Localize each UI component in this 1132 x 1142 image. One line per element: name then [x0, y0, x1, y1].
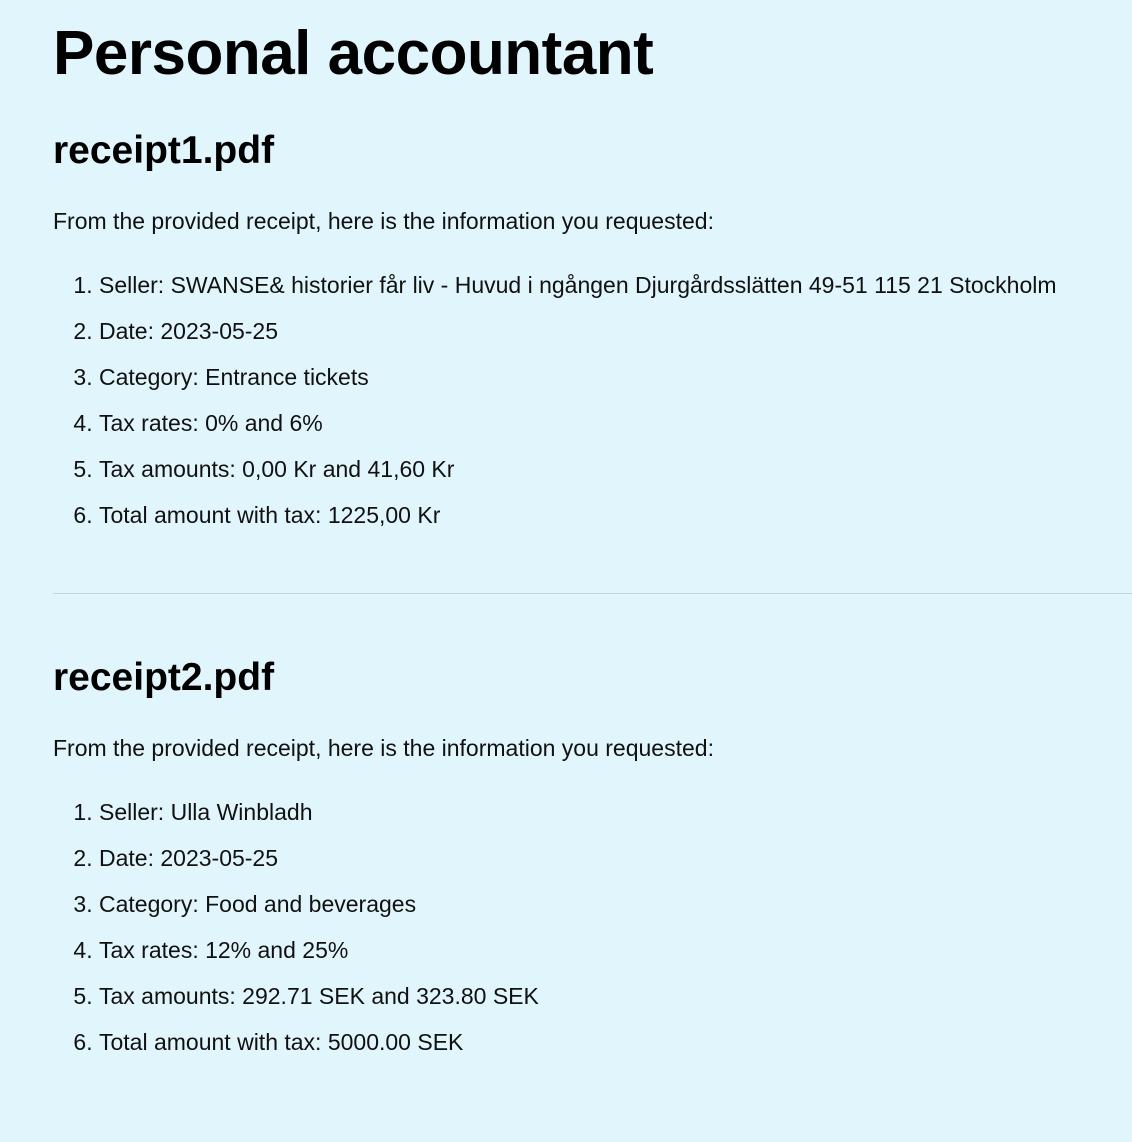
receipt-details-list: Seller: Ulla Winbladh Date: 2023-05-25 C… — [53, 797, 1132, 1073]
detail-tax-amounts: Tax amounts: 292.71 SEK and 323.80 SEK — [99, 981, 1132, 1027]
detail-tax-rates: Tax rates: 12% and 25% — [99, 935, 1132, 981]
app-page: Personal accountant receipt1.pdf From th… — [0, 0, 1132, 1073]
receipt-section-1: receipt1.pdf From the provided receipt, … — [53, 124, 1132, 546]
detail-seller: Seller: SWANSE& historier får liv - Huvu… — [99, 270, 1132, 316]
receipt-details-list: Seller: SWANSE& historier får liv - Huvu… — [53, 270, 1132, 546]
detail-date: Date: 2023-05-25 — [99, 316, 1132, 362]
receipt-section-2: receipt2.pdf From the provided receipt, … — [53, 651, 1132, 1073]
receipt-filename: receipt2.pdf — [53, 656, 275, 699]
detail-seller: Seller: Ulla Winbladh — [99, 797, 1132, 843]
receipt-intro: From the provided receipt, here is the i… — [53, 735, 714, 761]
detail-total-amount: Total amount with tax: 1225,00 Kr — [99, 500, 1132, 546]
detail-category: Category: Food and beverages — [99, 889, 1132, 935]
page-title: Personal accountant — [53, 19, 654, 88]
receipt-filename: receipt1.pdf — [53, 129, 275, 172]
detail-total-amount: Total amount with tax: 5000.00 SEK — [99, 1027, 1132, 1073]
detail-date: Date: 2023-05-25 — [99, 843, 1132, 889]
detail-category: Category: Entrance tickets — [99, 362, 1132, 408]
detail-tax-rates: Tax rates: 0% and 6% — [99, 408, 1132, 454]
receipt-intro: From the provided receipt, here is the i… — [53, 208, 714, 234]
section-divider — [53, 593, 1132, 594]
detail-tax-amounts: Tax amounts: 0,00 Kr and 41,60 Kr — [99, 454, 1132, 500]
